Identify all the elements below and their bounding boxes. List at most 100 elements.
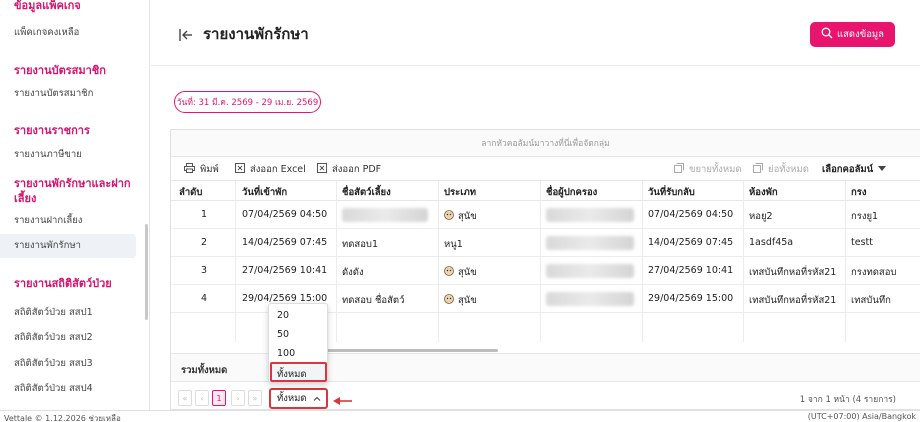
dog-icon xyxy=(444,210,454,220)
sidebar-item-sales-tax[interactable]: รายงานภาษีขาย xyxy=(14,148,82,162)
dog-icon xyxy=(444,266,454,276)
cell-room: 1asdf45a xyxy=(749,237,794,248)
table-row[interactable]: 1 07/04/2569 04:50 สุนัข 07/04/2569 04:5… xyxy=(171,201,920,229)
table-header: ลำดับ วันที่เข้าพัก ชื่อสัตว์เลี้ยง ประเ… xyxy=(171,181,920,201)
sidebar-item-stats-3[interactable]: สถิติสัตว์ป่วย สสป3 xyxy=(14,357,93,371)
sidebar-heading-government: รายงานราชการ xyxy=(14,124,90,137)
printer-icon xyxy=(184,163,195,176)
date-range-filter[interactable]: วันที่: 31 มี.ค. 2569 - 29 เม.ย. 2569 xyxy=(174,91,321,113)
cell-type-label: สุนัข xyxy=(458,267,477,278)
page-size-option-20[interactable]: 20 xyxy=(277,310,289,321)
sidebar-scrollbar[interactable] xyxy=(145,224,148,320)
timezone: (UTC+07:00) Asia/Bangkok xyxy=(807,412,916,421)
cell-no: 1 xyxy=(201,209,208,220)
total-label: รวมทั้งหมด xyxy=(181,365,228,376)
pdf-icon xyxy=(317,163,327,176)
page-size-value: ทั้งหมด xyxy=(277,393,307,404)
dog-icon xyxy=(444,294,454,304)
cell-cage: กรงทดสอบ xyxy=(851,267,897,278)
cell-type-label: สุนัข xyxy=(458,211,477,222)
table-row[interactable]: 2 14/04/2569 07:45 ทดสอบ1 หนู1 14/04/256… xyxy=(171,229,920,257)
group-panel[interactable]: ลากหัวคอลัมน์มาวางที่นี่เพื่อจัดกลุ่ม xyxy=(171,130,920,157)
print-label: พิมพ์ xyxy=(200,164,219,175)
cell-owner-redacted xyxy=(546,292,634,306)
cell-type-label: สุนัข xyxy=(458,295,477,306)
page-size-option-100[interactable]: 100 xyxy=(277,348,295,359)
print-button[interactable]: พิมพ์ xyxy=(184,162,219,177)
cell-owner-redacted xyxy=(546,264,634,278)
choose-columns-label: เลือกคอลัมน์ xyxy=(822,164,874,175)
column-header-pet[interactable]: ชื่อสัตว์เลี้ยง xyxy=(342,185,391,200)
grid-toolbar: พิมพ์ ส่งออก Excel ส่งออก PDF ขยายทั้งหม… xyxy=(171,157,920,181)
cell-checkout: 27/04/2569 10:41 xyxy=(648,265,734,276)
page-header: รายงานพักรักษา แสดงข้อมูล xyxy=(151,0,920,66)
cell-cage: เทสบันทึก xyxy=(851,295,891,306)
excel-icon xyxy=(235,163,245,176)
cell-type: สุนัข xyxy=(444,293,477,308)
cell-checkin: 07/04/2569 04:50 xyxy=(242,209,328,220)
page-info: 1 จาก 1 หน้า (4 รายการ) xyxy=(799,395,896,405)
export-pdf-button[interactable]: ส่งออก PDF xyxy=(317,162,381,177)
cell-no: 2 xyxy=(201,237,208,248)
page-size-option-50[interactable]: 50 xyxy=(277,329,289,340)
sidebar-item-membership-report[interactable]: รายงานบัตรสมาชิก xyxy=(14,87,93,101)
choose-columns-button[interactable]: เลือกคอลัมน์ xyxy=(822,162,887,177)
collapse-left-icon[interactable] xyxy=(179,26,193,45)
cell-type: หนู1 xyxy=(444,239,463,250)
cell-room: หอยู2 xyxy=(749,211,773,222)
page-size-select[interactable]: ทั้งหมด xyxy=(269,388,328,409)
column-header-type[interactable]: ประเภท xyxy=(444,185,476,200)
sidebar-item-package-balance[interactable]: แพ็คเกจคงเหลือ xyxy=(14,26,79,40)
column-header-room[interactable]: ห้องพัก xyxy=(749,185,778,200)
status-bar: Vettale © 1.12.2026 ช่วยเหลือ (UTC+07:00… xyxy=(0,410,920,422)
sidebar-heading-package: ข้อมูลแพ็คเกจ xyxy=(14,0,81,12)
prev-page-button[interactable]: ‹ xyxy=(195,390,209,406)
column-header-cage[interactable]: กรง xyxy=(851,185,867,200)
cell-pet: ทดสอบ ชื่อสัตว์ xyxy=(342,295,405,306)
column-header-checkin[interactable]: วันที่เข้าพัก xyxy=(242,185,287,200)
sidebar-item-stats-2[interactable]: สถิติสัตว์ป่วย สสป2 xyxy=(14,331,93,345)
collapse-all-label: ย่อทั้งหมด xyxy=(768,164,809,175)
column-header-no[interactable]: ลำดับ xyxy=(179,185,202,200)
cell-no: 4 xyxy=(201,293,208,304)
column-header-owner[interactable]: ชื่อผู้ปกครอง xyxy=(546,185,597,200)
cell-checkin: 27/04/2569 10:41 xyxy=(242,265,328,276)
expand-icon xyxy=(674,163,684,176)
column-header-checkout[interactable]: วันที่รับกลับ xyxy=(648,185,695,200)
sidebar: ข้อมูลแพ็คเกจ แพ็คเกจคงเหลือ รายงานบัตรส… xyxy=(0,0,150,410)
app-version: Vettale © 1.12.2026 ช่วยเหลือ xyxy=(4,414,121,422)
cell-cage: testt xyxy=(851,237,873,248)
export-excel-button[interactable]: ส่งออก Excel xyxy=(235,162,306,177)
export-pdf-label: ส่งออก PDF xyxy=(332,164,382,175)
cell-pet: ทดสอบ1 xyxy=(342,239,379,250)
table-row[interactable]: 3 27/04/2569 10:41 ดังดัง สุนัข 27/04/25… xyxy=(171,257,920,285)
show-data-label: แสดงข้อมูล xyxy=(836,29,884,40)
collapse-all-button[interactable]: ย่อทั้งหมด xyxy=(753,162,809,177)
show-data-button[interactable]: แสดงข้อมูล xyxy=(810,22,895,47)
cell-room: เทสบันทึกหอที่รหัส21 xyxy=(749,267,837,278)
export-excel-label: ส่งออก Excel xyxy=(250,164,306,175)
page-size-dropdown: 20 50 100 ทั้งหมด xyxy=(268,303,328,383)
sidebar-heading-sick-stats: รายงานสถิติสัตว์ป่วย xyxy=(14,277,112,290)
cell-no: 3 xyxy=(201,265,208,276)
sidebar-item-pet-boarding[interactable]: รายงานฝากเลี้ยง xyxy=(14,214,82,228)
page-1-button[interactable]: 1 xyxy=(212,390,226,406)
sidebar-heading-boarding: รายงานพักรักษาและฝากเลี้ยง xyxy=(14,177,131,205)
sidebar-item-hospital-stay[interactable]: รายงานพักรักษา xyxy=(14,239,81,253)
next-page-button[interactable]: › xyxy=(231,390,245,406)
last-page-button[interactable]: » xyxy=(248,390,262,406)
cell-checkout: 14/04/2569 07:45 xyxy=(648,237,734,248)
sidebar-item-stats-4[interactable]: สถิติสัตว์ป่วย สสป4 xyxy=(14,382,93,396)
cell-pet-redacted xyxy=(342,208,428,222)
cell-room: เทสบันทึกหอที่รหัส21 xyxy=(749,295,837,306)
expand-all-button[interactable]: ขยายทั้งหมด xyxy=(674,162,742,177)
sidebar-item-stats-1[interactable]: สถิติสัตว์ป่วย สสป1 xyxy=(14,306,93,320)
page-size-option-all[interactable]: ทั้งหมด xyxy=(277,367,307,382)
cell-checkout: 29/04/2569 15:00 xyxy=(648,293,734,304)
cell-owner-redacted xyxy=(546,208,634,222)
cell-pet: ดังดัง xyxy=(342,267,364,278)
expand-all-label: ขยายทั้งหมด xyxy=(689,164,742,175)
first-page-button[interactable]: « xyxy=(178,390,192,406)
cell-checkin: 14/04/2569 07:45 xyxy=(242,237,328,248)
pager: « ‹ 1 › » ทั้งหมด 1 จาก 1 หน้า (4 รายการ… xyxy=(171,381,920,409)
